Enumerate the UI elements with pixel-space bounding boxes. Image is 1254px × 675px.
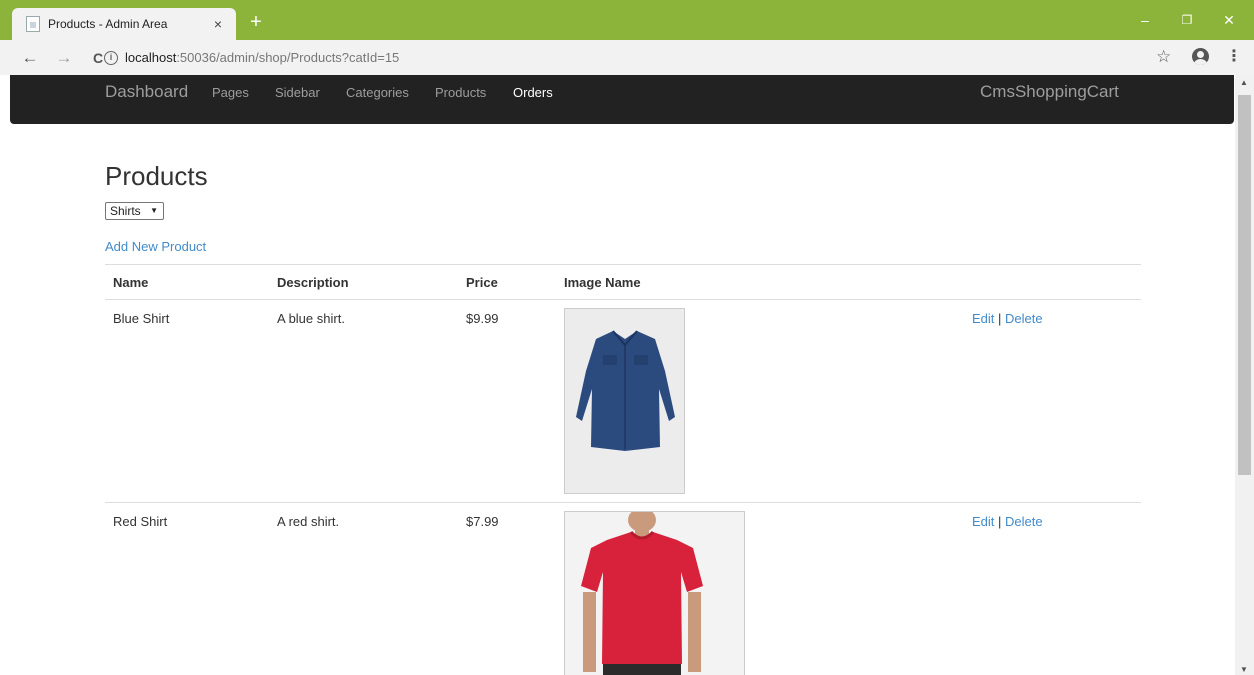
restore-window-icon[interactable]: ❐ (1172, 10, 1202, 30)
page-title: Products (105, 161, 208, 191)
browser-menu-icon[interactable]: ⋮ (1226, 46, 1242, 66)
delete-link[interactable]: Delete (1005, 311, 1043, 326)
header-price: Price (458, 264, 556, 300)
blue-shirt-image (564, 308, 685, 494)
browser-tab[interactable]: Products - Admin Area × (12, 8, 236, 40)
nav-site-brand[interactable]: CmsShoppingCart (980, 82, 1119, 102)
nav-link-categories[interactable]: Categories (346, 85, 409, 100)
url-field[interactable]: i localhost:50036/admin/shop/Products?ca… (104, 44, 1144, 71)
cell-description: A blue shirt. (269, 299, 458, 503)
browser-tab-strip: Products - Admin Area × + – ❐ ✕ (0, 0, 1254, 40)
nav-link-sidebar[interactable]: Sidebar (275, 85, 320, 100)
tab-close-icon[interactable]: × (210, 16, 226, 32)
action-separator: | (998, 311, 1002, 326)
new-tab-icon[interactable]: + (246, 12, 266, 33)
forward-icon[interactable]: → (54, 48, 74, 68)
page-viewport: Dashboard Pages Sidebar Categories Produ… (0, 75, 1254, 675)
nav-link-products[interactable]: Products (435, 85, 486, 100)
cell-actions: Edit | Delete (964, 502, 1141, 675)
red-tshirt-image (564, 511, 745, 675)
red-tshirt-icon (581, 512, 703, 675)
admin-navbar: Dashboard Pages Sidebar Categories Produ… (10, 75, 1234, 124)
header-name: Name (105, 264, 269, 300)
cell-description: A red shirt. (269, 502, 458, 675)
category-select[interactable]: Shirts ▼ (105, 202, 164, 220)
cell-image (556, 299, 964, 503)
dropdown-arrow-icon: ▼ (150, 206, 158, 215)
nav-link-orders[interactable]: Orders (513, 85, 553, 100)
back-icon[interactable]: ← (20, 48, 40, 68)
profile-icon[interactable] (1192, 48, 1209, 65)
products-table: Name Description Price Image Name Blue S… (105, 264, 1141, 675)
cell-name: Blue Shirt (105, 299, 269, 503)
header-actions (964, 264, 1141, 300)
site-info-icon[interactable]: i (104, 50, 118, 65)
nav-link-pages[interactable]: Pages (212, 85, 249, 100)
url-path: :50036/admin/shop/Products?catId=15 (176, 50, 400, 65)
header-description: Description (269, 264, 458, 300)
scroll-down-icon[interactable]: ▼ (1240, 665, 1248, 674)
page-favicon-icon (26, 16, 40, 32)
nav-dashboard-brand[interactable]: Dashboard (105, 82, 188, 102)
table-header-row: Name Description Price Image Name (105, 264, 1141, 300)
table-row: Blue Shirt A blue shirt. $9.99 Edit | De… (105, 299, 1141, 503)
edit-link[interactable]: Edit (972, 514, 994, 529)
header-image-name: Image Name (556, 264, 964, 300)
scrollbar-thumb[interactable] (1238, 95, 1251, 475)
category-select-value: Shirts (110, 204, 141, 218)
action-separator: | (998, 514, 1002, 529)
close-window-icon[interactable]: ✕ (1214, 10, 1244, 30)
scroll-up-icon[interactable]: ▲ (1240, 78, 1248, 87)
cell-image (556, 502, 964, 675)
table-row: Red Shirt A red shirt. $7.99 Edit | Dele… (105, 502, 1141, 675)
cell-name: Red Shirt (105, 502, 269, 675)
add-new-product-link[interactable]: Add New Product (105, 239, 206, 254)
minimize-window-icon[interactable]: – (1130, 10, 1160, 30)
address-bar-row: ← → C i localhost:50036/admin/shop/Produ… (0, 40, 1254, 75)
blue-shirt-icon (576, 330, 675, 451)
bookmark-star-icon[interactable]: ☆ (1156, 47, 1171, 67)
delete-link[interactable]: Delete (1005, 514, 1043, 529)
cell-actions: Edit | Delete (964, 299, 1141, 503)
tab-title: Products - Admin Area (48, 17, 168, 31)
cell-price: $7.99 (458, 502, 556, 675)
edit-link[interactable]: Edit (972, 311, 994, 326)
url-host: localhost (125, 50, 177, 65)
page-scrollbar[interactable]: ▲ ▼ (1235, 75, 1254, 675)
cell-price: $9.99 (458, 299, 556, 503)
